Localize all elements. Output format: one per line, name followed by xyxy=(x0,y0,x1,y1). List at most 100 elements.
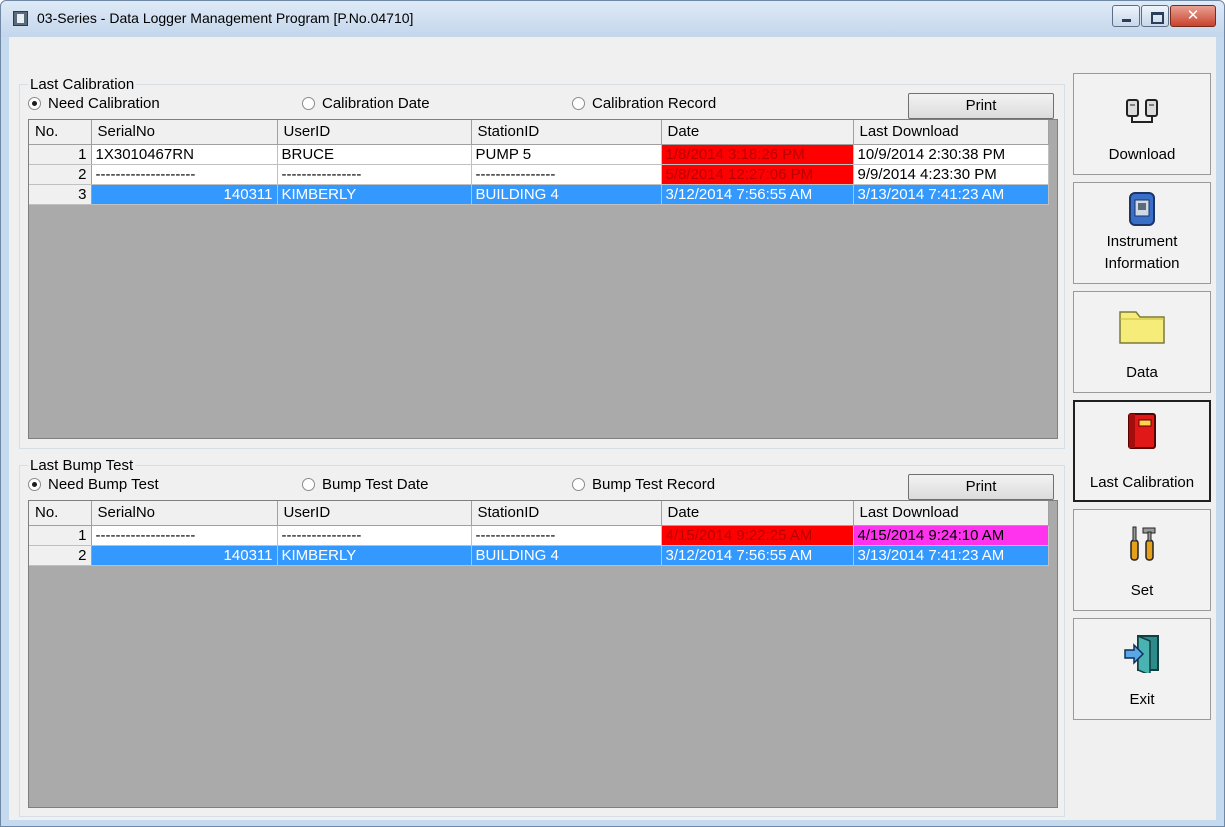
set-label: Set xyxy=(1130,582,1154,599)
radio-need-calibration[interactable]: Need Calibration xyxy=(28,95,160,112)
last-calibration-label: Last Calibration xyxy=(1089,474,1195,491)
table-header-row: No. SerialNo UserID StationID Date Last … xyxy=(29,120,1049,145)
last-calibration-group: Last Calibration Need Calibration Calibr… xyxy=(19,76,1065,449)
app-window: 03-Series - Data Logger Management Progr… xyxy=(0,0,1225,827)
user-cell: ---------------- xyxy=(277,164,472,185)
serial-cell: 140311 xyxy=(91,545,278,566)
date-cell: 3/12/2014 7:56:55 AM xyxy=(661,184,854,205)
table-row[interactable]: 1 1X3010467RN BRUCE PUMP 5 1/8/2014 3:18… xyxy=(29,144,1049,165)
station-cell: BUILDING 4 xyxy=(471,545,662,566)
radio-calibration-date[interactable]: Calibration Date xyxy=(302,95,430,112)
data-button[interactable]: Data xyxy=(1073,291,1211,393)
date-cell: 3/12/2014 7:56:55 AM xyxy=(661,545,854,566)
column-header-serial[interactable]: SerialNo xyxy=(91,120,278,145)
user-cell: ---------------- xyxy=(277,525,472,546)
station-cell: ---------------- xyxy=(471,164,662,185)
column-header-last-download[interactable]: Last Download xyxy=(853,501,1049,526)
bump-test-grid[interactable]: No. SerialNo UserID StationID Date Last … xyxy=(28,500,1058,808)
calibration-book-icon xyxy=(1128,413,1156,449)
last-download-cell: 10/9/2014 2:30:38 PM xyxy=(853,144,1049,165)
maximize-button[interactable] xyxy=(1141,5,1169,27)
instrument-icon xyxy=(1129,192,1155,226)
calibration-filter-options: Need Calibration Calibration Date Calibr… xyxy=(28,93,1058,119)
radio-icon xyxy=(572,97,585,110)
radio-label: Calibration Record xyxy=(592,95,717,112)
column-header-station[interactable]: StationID xyxy=(471,501,662,526)
bump-print-button[interactable]: Print xyxy=(908,474,1054,500)
close-button[interactable]: ✕ xyxy=(1170,5,1216,27)
download-label: Download xyxy=(1108,146,1176,163)
radio-label: Bump Test Record xyxy=(592,476,716,493)
title-bar[interactable]: 03-Series - Data Logger Management Progr… xyxy=(1,1,1224,37)
serial-cell: -------------------- xyxy=(91,525,278,546)
table-row-selected[interactable]: 2 140311 KIMBERLY BUILDING 4 3/12/2014 7… xyxy=(29,545,1049,566)
radio-calibration-record[interactable]: Calibration Record xyxy=(572,95,716,112)
date-cell-overdue: 5/8/2014 12:27:06 PM xyxy=(661,164,854,185)
last-calibration-button[interactable]: Last Calibration xyxy=(1073,400,1211,502)
client-area: Last Calibration Need Calibration Calibr… xyxy=(9,37,1216,820)
table-row-selected[interactable]: 3 140311 KIMBERLY BUILDING 4 3/12/2014 7… xyxy=(29,184,1049,205)
radio-selected-icon xyxy=(28,97,41,110)
date-cell-overdue: 1/8/2014 3:18:26 PM xyxy=(661,144,854,165)
radio-icon xyxy=(302,478,315,491)
serial-cell: 1X3010467RN xyxy=(91,144,278,165)
exit-button[interactable]: Exit xyxy=(1073,618,1211,720)
download-button[interactable]: Download xyxy=(1073,73,1211,175)
set-button[interactable]: Set xyxy=(1073,509,1211,611)
table-row[interactable]: 1 -------------------- ---------------- … xyxy=(29,525,1049,546)
app-icon xyxy=(13,11,28,26)
last-download-cell: 3/13/2014 7:41:23 AM xyxy=(853,545,1049,566)
table-header-row: No. SerialNo UserID StationID Date Last … xyxy=(29,501,1049,526)
last-bump-test-group: Last Bump Test Need Bump Test Bump Test … xyxy=(19,457,1065,817)
table-row[interactable]: 2 -------------------- ---------------- … xyxy=(29,164,1049,185)
radio-need-bump-test[interactable]: Need Bump Test xyxy=(28,476,159,493)
last-calibration-title: Last Calibration xyxy=(28,76,137,93)
folder-icon xyxy=(1119,311,1165,344)
calibration-grid[interactable]: No. SerialNo UserID StationID Date Last … xyxy=(28,119,1058,439)
radio-label: Bump Test Date xyxy=(322,476,429,493)
exit-door-icon xyxy=(1124,634,1159,673)
station-cell: ---------------- xyxy=(471,525,662,546)
station-cell: PUMP 5 xyxy=(471,144,662,165)
column-header-no[interactable]: No. xyxy=(29,501,92,526)
user-cell: KIMBERLY xyxy=(277,545,472,566)
radio-bump-test-record[interactable]: Bump Test Record xyxy=(572,476,715,493)
column-header-last-download[interactable]: Last Download xyxy=(853,120,1049,145)
user-cell: KIMBERLY xyxy=(277,184,472,205)
row-number: 3 xyxy=(29,184,92,205)
radio-icon xyxy=(572,478,585,491)
date-cell-overdue: 4/15/2014 9:22:25 AM xyxy=(661,525,854,546)
serial-cell: -------------------- xyxy=(91,164,278,185)
column-header-serial[interactable]: SerialNo xyxy=(91,501,278,526)
column-header-user[interactable]: UserID xyxy=(277,120,472,145)
serial-cell: 140311 xyxy=(91,184,278,205)
download-icon xyxy=(1126,99,1158,123)
calibration-print-button[interactable]: Print xyxy=(908,93,1054,119)
radio-label: Calibration Date xyxy=(322,95,430,112)
last-download-cell: 9/9/2014 4:23:30 PM xyxy=(853,164,1049,185)
row-number: 2 xyxy=(29,545,92,566)
station-cell: BUILDING 4 xyxy=(471,184,662,205)
column-header-user[interactable]: UserID xyxy=(277,501,472,526)
last-bump-test-title: Last Bump Test xyxy=(28,457,136,474)
column-header-date[interactable]: Date xyxy=(661,501,854,526)
data-label: Data xyxy=(1126,364,1158,381)
column-header-date[interactable]: Date xyxy=(661,120,854,145)
row-number: 2 xyxy=(29,164,92,185)
radio-icon xyxy=(302,97,315,110)
last-download-cell-warning: 4/15/2014 9:24:10 AM xyxy=(853,525,1049,546)
row-number: 1 xyxy=(29,144,92,165)
column-header-no[interactable]: No. xyxy=(29,120,92,145)
instrument-label-line1: Instrument xyxy=(1106,233,1178,250)
tools-icon xyxy=(1130,526,1156,561)
instrument-information-button[interactable]: Instrument Information xyxy=(1073,182,1211,284)
radio-bump-test-date[interactable]: Bump Test Date xyxy=(302,476,428,493)
row-number: 1 xyxy=(29,525,92,546)
caption-buttons: ✕ xyxy=(1111,5,1216,27)
instrument-label-line2: Information xyxy=(1104,255,1180,272)
minimize-button[interactable] xyxy=(1112,5,1140,27)
user-cell: BRUCE xyxy=(277,144,472,165)
radio-selected-icon xyxy=(28,478,41,491)
column-header-station[interactable]: StationID xyxy=(471,120,662,145)
bump-filter-options: Need Bump Test Bump Test Date Bump Test … xyxy=(28,474,1058,500)
